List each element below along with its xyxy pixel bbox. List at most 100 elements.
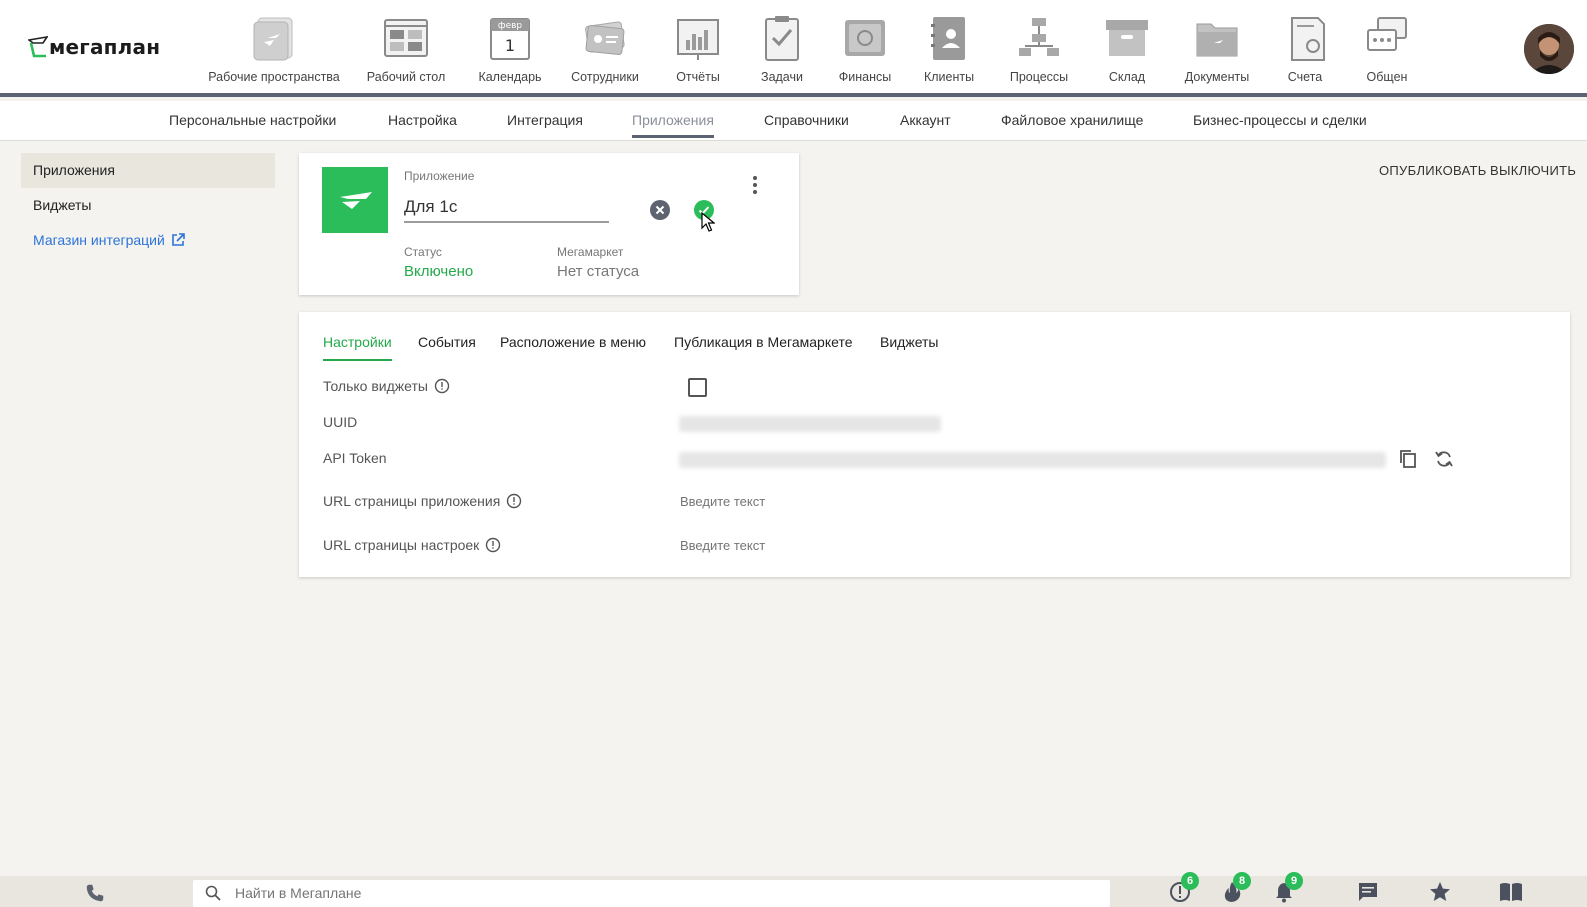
close-icon (655, 205, 665, 215)
tab-menu-placement[interactable]: Расположение в меню (500, 334, 646, 350)
nav-item-reports[interactable]: Отчёты (669, 12, 727, 84)
sidebar-item-integrations-store[interactable]: Магазин интеграций (21, 223, 275, 258)
settings-url-input[interactable] (680, 538, 1080, 553)
hot-badge: 8 (1233, 872, 1251, 890)
bottom-bar: 6 8 9 (0, 872, 1587, 907)
cancel-edit-button[interactable] (650, 200, 670, 220)
tab-events[interactable]: События (418, 334, 476, 350)
knowledge-base-button[interactable] (1499, 881, 1523, 903)
subnav-personal-settings[interactable]: Персональные настройки (169, 112, 336, 128)
copy-token-button[interactable] (1396, 447, 1420, 471)
notifications-badge: 9 (1285, 872, 1303, 890)
user-photo-icon (1524, 24, 1574, 74)
hot-button[interactable]: 8 (1221, 872, 1251, 903)
finance-icon (845, 20, 885, 56)
mouse-cursor-icon (701, 212, 715, 232)
app-name-input[interactable] (404, 195, 609, 223)
favorites-button[interactable] (1429, 881, 1453, 903)
subnav-business-processes[interactable]: Бизнес-процессы и сделки (1193, 112, 1367, 128)
info-icon[interactable] (506, 493, 522, 509)
top-header: мегаплан Рабочие пространства Рабочий ст… (0, 0, 1587, 97)
info-icon[interactable] (434, 378, 450, 394)
settings-subnav: Персональные настройки Настройка Интегра… (0, 101, 1587, 141)
nav-item-warehouse[interactable]: Склад (1103, 12, 1151, 84)
nav-item-documents[interactable]: Документы (1183, 12, 1251, 84)
nav-item-employees[interactable]: Сотрудники (568, 12, 642, 84)
publish-button[interactable]: ОПУБЛИКОВАТЬ (1379, 163, 1487, 178)
nav-item-workspaces[interactable]: Рабочие пространства (206, 12, 342, 84)
sidebar-item-widgets[interactable]: Виджеты (21, 188, 275, 223)
sidebar-item-label: Магазин интеграций (33, 232, 165, 248)
megamarket-label: Мегамаркет (557, 245, 624, 259)
app-card: Приложение Статус Включено Мегамаркет Не… (299, 153, 799, 295)
employees-icon (585, 21, 625, 56)
status-label: Статус (404, 245, 442, 259)
tab-widgets[interactable]: Виджеты (880, 334, 939, 350)
nav-item-calendar[interactable]: февр 1 Календарь (478, 12, 542, 84)
alerts-button[interactable]: 6 (1169, 872, 1199, 903)
reports-icon (677, 19, 719, 60)
subnav-settings[interactable]: Настройка (388, 112, 457, 128)
invoices-icon (1291, 17, 1325, 61)
calendar-month: февр (498, 21, 523, 31)
api-token-row-label: API Token (323, 450, 387, 466)
nav-item-chat[interactable]: Общен (1364, 12, 1410, 84)
subnav-file-storage[interactable]: Файловое хранилище (1001, 112, 1143, 128)
nav-item-tasks[interactable]: Задачи (756, 12, 808, 84)
tab-settings[interactable]: Настройки (323, 334, 392, 361)
app-logo-icon (322, 167, 388, 233)
nav-item-invoices[interactable]: Счета (1284, 12, 1326, 84)
subnav-integration[interactable]: Интеграция (507, 112, 583, 128)
refresh-icon (1435, 451, 1453, 467)
documents-icon (1196, 23, 1238, 57)
processes-icon (1019, 18, 1059, 56)
sidebar-item-label: Виджеты (33, 197, 92, 213)
megaplan-logo[interactable]: мегаплан (28, 34, 160, 60)
uuid-value-redacted (679, 416, 941, 432)
uuid-row-label: UUID (323, 414, 358, 430)
app-url-input[interactable] (680, 494, 1080, 509)
regenerate-token-button[interactable] (1432, 447, 1456, 471)
sidebar-item-applications[interactable]: Приложения (21, 153, 275, 188)
star-icon (1430, 882, 1450, 901)
info-icon[interactable] (485, 537, 501, 553)
messages-button[interactable] (1357, 881, 1381, 903)
alerts-badge: 6 (1181, 872, 1199, 890)
search-input[interactable] (235, 885, 1035, 901)
nav-item-finance[interactable]: Финансы (835, 12, 895, 84)
settings-card: Настройки События Расположение в меню Пу… (299, 312, 1570, 577)
app-url-row-label: URL страницы приложения (323, 493, 522, 509)
copy-icon (1400, 450, 1416, 468)
megamarket-status-value: Нет статуса (557, 263, 640, 280)
global-search[interactable] (193, 880, 1110, 907)
subnav-directories[interactable]: Справочники (764, 112, 849, 128)
status-value: Включено (404, 263, 474, 280)
app-name-label: Приложение (404, 169, 475, 183)
user-avatar[interactable] (1524, 24, 1574, 74)
phone-icon[interactable] (84, 882, 106, 904)
tasks-icon (765, 16, 799, 61)
calendar-icon: февр 1 (490, 18, 530, 60)
logo-mark-icon (28, 36, 48, 58)
warehouse-icon (1106, 20, 1148, 56)
only-widgets-row-label: Только виджеты (323, 378, 450, 394)
disable-button[interactable]: ВЫКЛЮЧИТЬ (1490, 163, 1576, 178)
nav-item-desktop[interactable]: Рабочий стол (365, 12, 447, 84)
more-vert-icon (753, 176, 757, 180)
nav-item-clients[interactable]: Клиенты (921, 12, 977, 84)
tab-megamarket-publication[interactable]: Публикация в Мегамаркете (674, 334, 853, 350)
external-link-icon (172, 233, 185, 246)
subnav-applications[interactable]: Приложения (632, 112, 714, 138)
clients-icon (931, 17, 965, 60)
nav-item-processes[interactable]: Процессы (1007, 12, 1071, 84)
search-icon (205, 885, 221, 901)
settings-url-row-label: URL страницы настроек (323, 537, 501, 553)
logo-text: мегаплан (49, 35, 161, 59)
subnav-account[interactable]: Аккаунт (900, 112, 951, 128)
workspaces-icon (253, 17, 293, 61)
more-options-button[interactable] (751, 174, 759, 196)
notifications-button[interactable]: 9 (1273, 872, 1303, 903)
only-widgets-checkbox[interactable] (688, 378, 707, 397)
desktop-icon (384, 19, 428, 57)
sidebar-item-label: Приложения (33, 162, 115, 178)
